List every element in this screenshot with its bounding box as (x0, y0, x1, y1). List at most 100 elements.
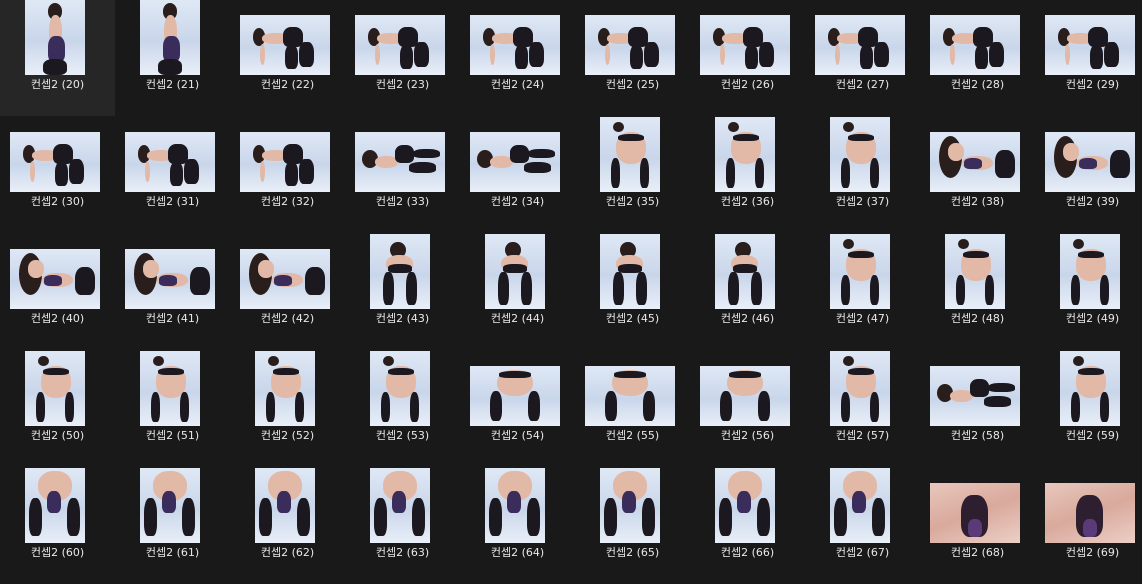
file-item[interactable]: 컨셉2 (46) (690, 234, 805, 350)
file-item[interactable]: 컨셉2 (42) (230, 234, 345, 350)
file-item[interactable]: 컨셉2 (34) (460, 117, 575, 233)
file-item[interactable]: 컨셉2 (61) (115, 468, 230, 584)
image-thumbnail[interactable] (255, 468, 315, 543)
file-item[interactable]: 컨셉2 (60) (0, 468, 115, 584)
file-item[interactable]: 컨셉2 (57) (805, 351, 920, 467)
file-item[interactable]: 컨셉2 (52) (230, 351, 345, 467)
file-item[interactable]: 컨셉2 (48) (920, 234, 1035, 350)
file-item[interactable]: 컨셉2 (27) (805, 0, 920, 116)
file-item[interactable]: 컨셉2 (63) (345, 468, 460, 584)
image-thumbnail[interactable] (370, 234, 430, 309)
image-thumbnail[interactable] (715, 234, 775, 309)
image-thumbnail[interactable] (140, 0, 200, 75)
image-thumbnail[interactable] (830, 234, 890, 309)
image-thumbnail[interactable] (600, 234, 660, 309)
image-thumbnail[interactable] (355, 15, 445, 75)
image-thumbnail[interactable] (715, 117, 775, 192)
file-item[interactable]: 컨셉2 (65) (575, 468, 690, 584)
image-thumbnail[interactable] (355, 132, 445, 192)
image-thumbnail[interactable] (600, 117, 660, 192)
file-item[interactable]: 컨셉2 (44) (460, 234, 575, 350)
file-item[interactable]: 컨셉2 (29) (1035, 0, 1142, 116)
file-item[interactable]: 컨셉2 (33) (345, 117, 460, 233)
image-thumbnail[interactable] (1060, 234, 1120, 309)
image-thumbnail[interactable] (10, 249, 100, 309)
image-thumbnail[interactable] (485, 234, 545, 309)
file-item[interactable]: 컨셉2 (25) (575, 0, 690, 116)
image-thumbnail[interactable] (930, 483, 1020, 543)
file-item[interactable]: 컨셉2 (68) (920, 468, 1035, 584)
image-thumbnail[interactable] (945, 234, 1005, 309)
image-thumbnail[interactable] (240, 15, 330, 75)
image-thumbnail[interactable] (485, 468, 545, 543)
file-item[interactable]: 컨셉2 (41) (115, 234, 230, 350)
file-item[interactable]: 컨셉2 (54) (460, 351, 575, 467)
image-thumbnail[interactable] (370, 468, 430, 543)
file-item[interactable]: 컨셉2 (55) (575, 351, 690, 467)
image-thumbnail[interactable] (240, 132, 330, 192)
file-item[interactable]: 컨셉2 (43) (345, 234, 460, 350)
image-thumbnail[interactable] (10, 132, 100, 192)
file-item[interactable]: 컨셉2 (67) (805, 468, 920, 584)
file-item[interactable]: 컨셉2 (21) (115, 0, 230, 116)
image-thumbnail[interactable] (125, 132, 215, 192)
file-item[interactable]: 컨셉2 (47) (805, 234, 920, 350)
image-thumbnail[interactable] (830, 117, 890, 192)
file-item[interactable]: 컨셉2 (36) (690, 117, 805, 233)
file-item[interactable]: 컨셉2 (32) (230, 117, 345, 233)
image-thumbnail[interactable] (140, 468, 200, 543)
image-thumbnail[interactable] (715, 468, 775, 543)
image-thumbnail[interactable] (370, 351, 430, 426)
file-item[interactable]: 컨셉2 (66) (690, 468, 805, 584)
file-item[interactable]: 컨셉2 (22) (230, 0, 345, 116)
image-thumbnail[interactable] (1045, 132, 1135, 192)
image-thumbnail[interactable] (240, 249, 330, 309)
image-thumbnail[interactable] (140, 351, 200, 426)
file-item[interactable]: 컨셉2 (39) (1035, 117, 1142, 233)
image-thumbnail[interactable] (1060, 351, 1120, 426)
file-item[interactable]: 컨셉2 (58) (920, 351, 1035, 467)
image-thumbnail[interactable] (585, 366, 675, 426)
file-item[interactable]: 컨셉2 (31) (115, 117, 230, 233)
image-thumbnail[interactable] (585, 15, 675, 75)
file-item[interactable]: 컨셉2 (59) (1035, 351, 1142, 467)
file-item[interactable]: 컨셉2 (35) (575, 117, 690, 233)
file-item[interactable]: 컨셉2 (50) (0, 351, 115, 467)
file-item[interactable]: 컨셉2 (23) (345, 0, 460, 116)
file-item[interactable]: 컨셉2 (64) (460, 468, 575, 584)
file-item[interactable]: 컨셉2 (38) (920, 117, 1035, 233)
image-thumbnail[interactable] (470, 132, 560, 192)
file-item[interactable]: 컨셉2 (24) (460, 0, 575, 116)
file-item[interactable]: 컨셉2 (28) (920, 0, 1035, 116)
image-thumbnail[interactable] (830, 351, 890, 426)
image-thumbnail[interactable] (830, 468, 890, 543)
image-thumbnail[interactable] (25, 0, 85, 75)
file-item[interactable]: 컨셉2 (40) (0, 234, 115, 350)
file-item[interactable]: 컨셉2 (20) (0, 0, 115, 116)
file-item[interactable]: 컨셉2 (53) (345, 351, 460, 467)
file-item[interactable]: 컨셉2 (30) (0, 117, 115, 233)
image-thumbnail[interactable] (125, 249, 215, 309)
image-thumbnail[interactable] (25, 351, 85, 426)
image-thumbnail[interactable] (1045, 15, 1135, 75)
file-item[interactable]: 컨셉2 (49) (1035, 234, 1142, 350)
file-item[interactable]: 컨셉2 (69) (1035, 468, 1142, 584)
image-thumbnail[interactable] (700, 366, 790, 426)
image-thumbnail[interactable] (930, 366, 1020, 426)
image-thumbnail[interactable] (255, 351, 315, 426)
image-thumbnail[interactable] (470, 15, 560, 75)
image-thumbnail[interactable] (930, 15, 1020, 75)
image-thumbnail[interactable] (470, 366, 560, 426)
file-item[interactable]: 컨셉2 (26) (690, 0, 805, 116)
image-thumbnail[interactable] (1045, 483, 1135, 543)
image-thumbnail[interactable] (815, 15, 905, 75)
file-item[interactable]: 컨셉2 (45) (575, 234, 690, 350)
image-thumbnail[interactable] (700, 15, 790, 75)
image-thumbnail[interactable] (25, 468, 85, 543)
image-thumbnail[interactable] (930, 132, 1020, 192)
file-item[interactable]: 컨셉2 (56) (690, 351, 805, 467)
file-item[interactable]: 컨셉2 (51) (115, 351, 230, 467)
image-thumbnail[interactable] (600, 468, 660, 543)
file-item[interactable]: 컨셉2 (37) (805, 117, 920, 233)
file-item[interactable]: 컨셉2 (62) (230, 468, 345, 584)
